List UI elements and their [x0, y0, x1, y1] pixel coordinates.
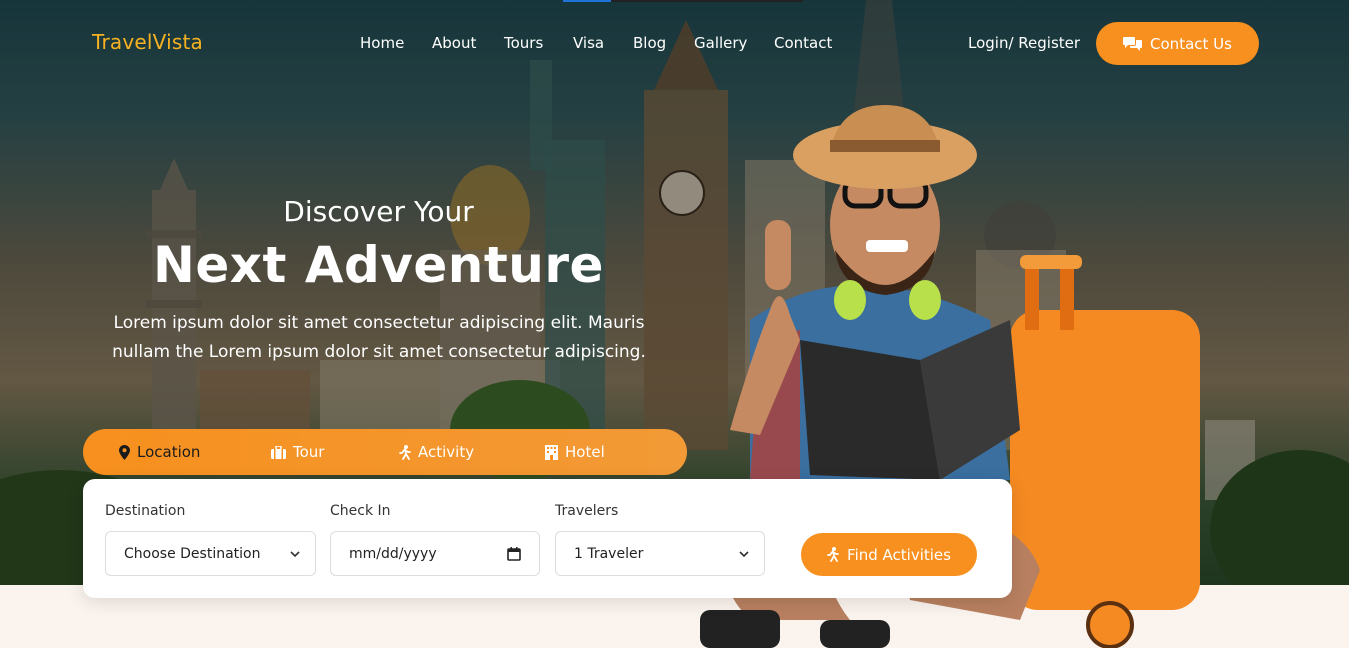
nav-home[interactable]: Home [360, 34, 404, 52]
search-tabs: Location Tour Activity Hotel [83, 429, 687, 475]
briefcase-icon [271, 445, 286, 459]
tab-tour[interactable]: Tour [271, 429, 324, 475]
hero-description-line2: nullam the Lorem ipsum dolor sit amet co… [112, 342, 646, 362]
destination-value: Choose Destination [124, 545, 261, 562]
tab-location[interactable]: Location [119, 429, 200, 475]
tab-activity[interactable]: Activity [399, 429, 474, 475]
travelers-select[interactable]: 1 Traveler [555, 531, 765, 576]
checkin-placeholder: mm/dd/yyyy [349, 545, 437, 562]
tab-activity-label: Activity [418, 443, 475, 461]
brand-logo[interactable]: TravelVista [92, 30, 203, 54]
travelers-value: 1 Traveler [574, 545, 644, 562]
travelers-label: Travelers [555, 503, 619, 519]
slider-progress-active [563, 0, 611, 2]
walking-icon [399, 444, 411, 460]
search-form: Destination Choose Destination Check In … [83, 479, 1012, 598]
hero-description-line1: Lorem ipsum dolor sit amet consectetur a… [113, 313, 645, 333]
tab-hotel-label: Hotel [565, 443, 605, 461]
checkin-date-input[interactable]: mm/dd/yyyy [330, 531, 540, 576]
destination-label: Destination [105, 503, 186, 519]
tab-location-label: Location [137, 443, 201, 461]
building-icon [545, 444, 558, 460]
walking-icon [827, 547, 839, 562]
calendar-icon[interactable] [507, 546, 521, 562]
login-register-link[interactable]: Login/ Register [968, 34, 1080, 52]
nav-contact[interactable]: Contact [774, 34, 832, 52]
slider-progress-indicator [563, 0, 803, 2]
find-activities-button[interactable]: Find Activities [801, 533, 977, 576]
destination-select[interactable]: Choose Destination [105, 531, 316, 576]
find-activities-label: Find Activities [847, 545, 951, 564]
chevron-down-icon [739, 551, 749, 558]
nav-tours[interactable]: Tours [504, 34, 543, 52]
map-pin-icon [119, 444, 130, 460]
checkin-label: Check In [330, 503, 391, 519]
hero-description: Lorem ipsum dolor sit amet consectetur a… [86, 309, 672, 367]
hero-title: Next Adventure [153, 236, 604, 294]
hero-subtitle: Discover Your [283, 195, 474, 228]
nav-gallery[interactable]: Gallery [694, 34, 747, 52]
nav-about[interactable]: About [432, 34, 476, 52]
nav-visa[interactable]: Visa [573, 34, 604, 52]
contact-us-button[interactable]: Contact Us [1096, 22, 1259, 65]
contact-us-label: Contact Us [1150, 34, 1232, 53]
nav-blog[interactable]: Blog [633, 34, 666, 52]
chevron-down-icon [290, 551, 300, 558]
tab-tour-label: Tour [293, 443, 325, 461]
chat-bubbles-icon [1123, 37, 1143, 51]
tab-hotel[interactable]: Hotel [545, 429, 605, 475]
